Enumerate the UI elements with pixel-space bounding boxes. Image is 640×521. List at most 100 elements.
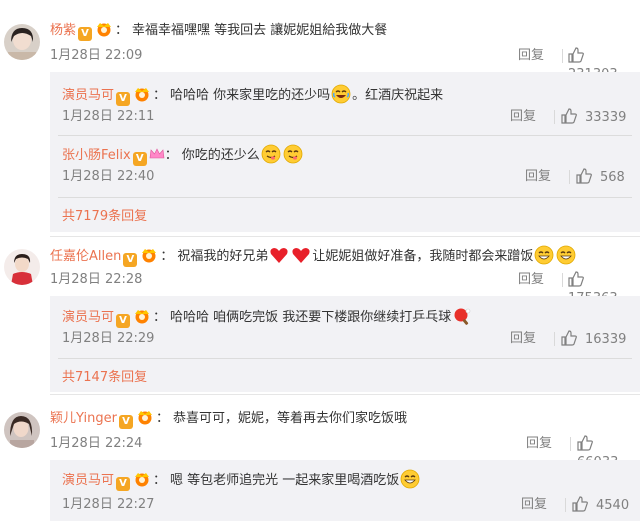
comment-text: 幸福幸福嘿嘿 等我回去 讓妮妮姐給我做大餐	[132, 23, 388, 38]
reply-section: 演员马可 V：嗯 等包老师追完光 一起来家里喝酒吃饭 1月28日 22:27 回复…	[50, 460, 640, 521]
reply-text: 哈哈哈 你来家里吃的还少吗	[170, 88, 331, 103]
reply-item: 张小肠Felix V：你吃的还少么 1月28日 22:40 回复 568	[50, 135, 640, 195]
like-button[interactable]: 4540	[572, 496, 629, 515]
reply-item: 演员马可 V：哈哈哈 你来家里吃的还少吗 。红酒庆祝起来 1月28日 22:11 回…	[50, 72, 640, 132]
reply-meta: 1月28日 22:11 回复 33339	[62, 108, 640, 126]
reply-line: 演员马可 V：哈哈哈 你来家里吃的还少吗 。红酒庆祝起来	[62, 84, 444, 106]
comment-item: 任嘉伦Allen V：祝福我的好兄弟 让妮妮姐做好准备，我随时都会来蹭饭 1月28日…	[0, 236, 640, 396]
reply-text: 。红酒庆祝起来	[352, 88, 444, 103]
grin-emoji	[400, 469, 420, 489]
verified-v-icon: V	[78, 27, 93, 41]
timestamp: 1月28日 22:28	[50, 272, 143, 287]
timestamp: 1月28日 22:40	[62, 169, 155, 184]
vip-icon	[138, 247, 160, 263]
comment-line: 任嘉伦Allen V：祝福我的好兄弟 让妮妮姐做好准备，我随时都会来蹭饭	[50, 245, 640, 267]
username-link[interactable]: 张小肠Felix	[62, 148, 131, 163]
separator	[569, 170, 570, 184]
like-button[interactable]: 16339	[561, 330, 626, 349]
comment-meta: 1月28日 22:09 回复 231303	[50, 47, 640, 82]
separator	[562, 49, 563, 63]
like-button[interactable]: 33339	[561, 108, 626, 127]
like-icon	[561, 108, 577, 124]
vip-icon	[131, 308, 153, 324]
reply-meta: 1月28日 22:40 回复 568	[62, 168, 640, 186]
reply-divider	[58, 197, 632, 198]
reply-button[interactable]: 回复	[510, 330, 536, 348]
like-icon	[576, 168, 592, 184]
reply-line: 演员马可 V：嗯 等包老师追完光 一起来家里喝酒吃饭	[62, 469, 421, 491]
more-replies-link[interactable]: 共7179条回复	[62, 205, 147, 224]
avatar[interactable]	[4, 412, 40, 448]
reply-line: 演员马可 V：哈哈哈 咱俩吃完饭 我还要下楼跟你继续打乒乓球	[62, 306, 473, 328]
reply-button[interactable]: 回复	[518, 271, 544, 289]
comment-line: 颖儿Yinger V：恭喜可可，妮妮，等着再去你们家吃饭哦	[50, 411, 407, 429]
reply-divider	[58, 358, 632, 359]
reply-button[interactable]: 回复	[526, 435, 552, 453]
like-icon	[568, 271, 584, 287]
comment-meta: 1月28日 22:24 回复 66033	[50, 435, 640, 470]
verified-v-icon: V	[132, 152, 147, 166]
reply-text: 你吃的还少么	[181, 148, 260, 163]
like-icon	[568, 47, 584, 63]
like-count: 33339	[585, 110, 627, 125]
reply-text: 嗯 等包老师追完光 一起来家里喝酒吃饭	[170, 473, 400, 488]
username-link[interactable]: 演员马可	[62, 473, 114, 488]
crown-icon	[149, 148, 165, 160]
like-count: 4540	[596, 498, 630, 513]
vip-icon	[131, 471, 153, 487]
heart-emoji	[269, 245, 289, 265]
grin-emoji	[556, 245, 576, 265]
like-icon	[561, 330, 577, 346]
comment-text: 让妮妮姐做好准备，我随时都会来蹭饭	[312, 249, 534, 264]
reply-button[interactable]: 回复	[525, 168, 551, 186]
reply-meta: 1月28日 22:27 回复 4540	[62, 496, 640, 514]
reply-button[interactable]: 回复	[510, 108, 536, 126]
like-count: 16339	[585, 332, 627, 347]
timestamp: 1月28日 22:29	[62, 331, 155, 346]
separator	[570, 437, 571, 451]
verified-v-icon: V	[118, 415, 133, 429]
like-icon	[572, 496, 588, 512]
reply-text: 哈哈哈 咱俩吃完饭 我还要下楼跟你继续打乒乓球	[170, 310, 452, 325]
like-icon	[577, 435, 593, 451]
timestamp: 1月28日 22:24	[50, 436, 143, 451]
more-replies-link[interactable]: 共7147条回复	[62, 366, 147, 385]
verified-v-icon: V	[116, 314, 131, 328]
avatar[interactable]	[4, 249, 40, 285]
comment-line: 杨紫 V：幸福幸福嘿嘿 等我回去 讓妮妮姐給我做大餐	[50, 21, 388, 41]
comment-item: 颖儿Yinger V：恭喜可可，妮妮，等着再去你们家吃饭哦 1月28日 22:24…	[0, 394, 640, 521]
separator	[554, 110, 555, 124]
grin-emoji	[534, 245, 554, 265]
separator	[565, 498, 566, 512]
vip-icon	[93, 21, 115, 37]
reply-button[interactable]: 回复	[518, 47, 544, 65]
username-link[interactable]: 杨紫	[50, 23, 76, 38]
separator	[554, 332, 555, 346]
timestamp: 1月28日 22:11	[62, 109, 155, 124]
reply-button[interactable]: 回复	[521, 496, 547, 514]
reply-meta: 1月28日 22:29 回复 16339	[62, 330, 640, 348]
like-button[interactable]: 568	[576, 168, 625, 187]
username-link[interactable]: 演员马可	[62, 88, 114, 103]
laugh-cry-emoji	[331, 84, 351, 104]
separator	[562, 273, 563, 287]
reply-item: 演员马可 V：嗯 等包老师追完光 一起来家里喝酒吃饭 1月28日 22:27 回复…	[50, 460, 640, 521]
timestamp: 1月28日 22:27	[62, 497, 155, 512]
comment-text: 恭喜可可，妮妮，等着再去你们家吃饭哦	[172, 411, 407, 426]
vip-icon	[131, 86, 153, 102]
reply-section: 演员马可 V：哈哈哈 咱俩吃完饭 我还要下楼跟你继续打乒乓球 1月28日 22:2…	[50, 296, 640, 392]
username-link[interactable]: 演员马可	[62, 310, 114, 325]
reply-item: 演员马可 V：哈哈哈 咱俩吃完饭 我还要下楼跟你继续打乒乓球 1月28日 22:2…	[50, 296, 640, 356]
username-link[interactable]: 任嘉伦Allen	[50, 249, 121, 264]
verified-v-icon: V	[123, 253, 138, 267]
comment-item: 杨紫 V：幸福幸福嘿嘿 等我回去 讓妮妮姐給我做大餐 1月28日 22:09 回复…	[0, 0, 640, 232]
heart-emoji	[291, 245, 311, 265]
pingpong-emoji	[452, 306, 472, 326]
yum-emoji	[283, 144, 303, 164]
verified-v-icon: V	[116, 92, 131, 106]
reply-line: 张小肠Felix V：你吃的还少么	[62, 144, 304, 166]
verified-v-icon: V	[116, 477, 131, 491]
comment-meta: 1月28日 22:28 回复 175363	[50, 271, 640, 306]
avatar[interactable]	[4, 24, 40, 60]
username-link[interactable]: 颖儿Yinger	[50, 411, 117, 426]
